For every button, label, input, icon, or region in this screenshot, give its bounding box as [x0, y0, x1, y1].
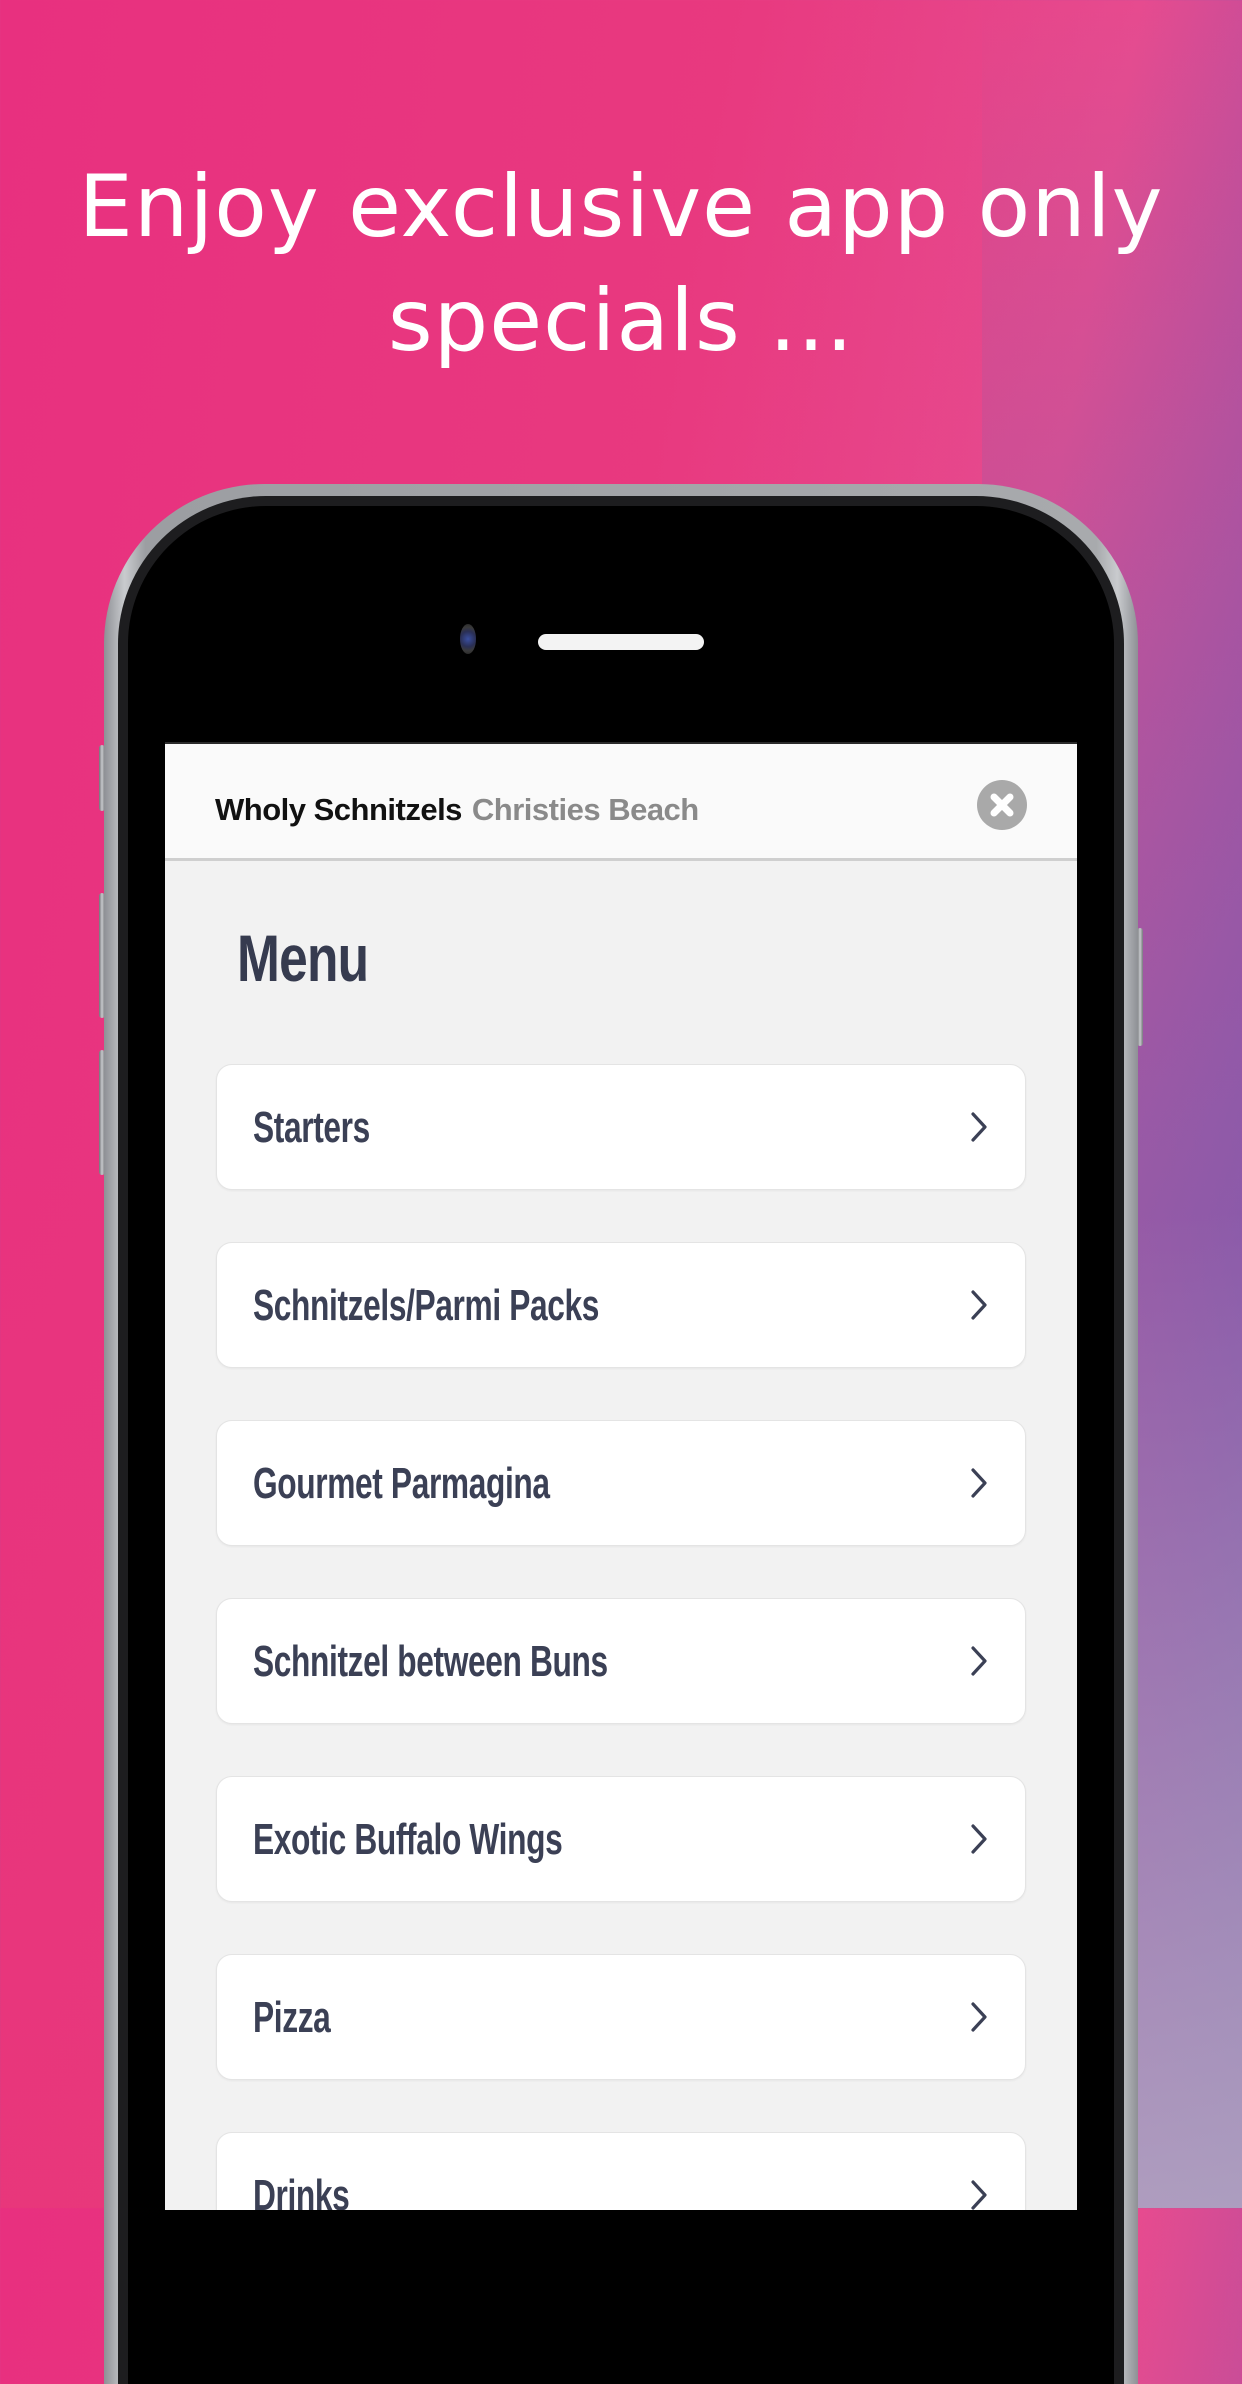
location-name: Christies Beach: [471, 792, 699, 827]
menu-category-label: Drinks: [253, 2171, 350, 2210]
menu-category-schnitzels-parmi-packs[interactable]: Schnitzels/Parmi Packs: [216, 1242, 1026, 1368]
front-camera-icon: [460, 624, 476, 654]
menu-category-label: Pizza: [253, 1993, 331, 2042]
promo-headline-line1: Enjoy exclusive app only: [78, 157, 1164, 257]
chevron-right-icon: [971, 1290, 987, 1320]
menu-category-schnitzel-between-buns[interactable]: Schnitzel between Buns: [216, 1598, 1026, 1724]
menu-category-starters[interactable]: Starters: [216, 1064, 1026, 1190]
chevron-right-icon: [971, 1112, 987, 1142]
menu-category-label: Gourmet Parmagina: [253, 1459, 550, 1508]
chevron-right-icon: [971, 1468, 987, 1498]
app-header: Wholy Schnitzels Christies Beach: [165, 744, 1077, 861]
close-circle-icon: [990, 793, 1014, 817]
menu-category-label: Starters: [253, 1103, 370, 1152]
chevron-right-icon: [971, 2002, 987, 2032]
menu-category-pizza[interactable]: Pizza: [216, 1954, 1026, 2080]
menu-category-label: Schnitzel between Buns: [253, 1637, 608, 1686]
promo-headline: Enjoy exclusive app only specials ...: [0, 150, 1242, 378]
menu-category-gourmet-parmagina[interactable]: Gourmet Parmagina: [216, 1420, 1026, 1546]
menu-category-label: Exotic Buffalo Wings: [253, 1815, 563, 1864]
chevron-right-icon: [971, 2180, 987, 2210]
close-button[interactable]: [977, 780, 1027, 830]
menu-title: Menu: [237, 921, 369, 995]
earpiece-speaker: [538, 634, 704, 650]
restaurant-name: Wholy Schnitzels: [215, 792, 462, 827]
menu-category-drinks[interactable]: Drinks: [216, 2132, 1026, 2210]
restaurant-title: Wholy Schnitzels Christies Beach: [215, 792, 699, 828]
chevron-right-icon: [971, 1646, 987, 1676]
menu-category-label: Schnitzels/Parmi Packs: [253, 1281, 600, 1330]
promo-headline-line2: specials ...: [387, 271, 855, 371]
menu-category-exotic-buffalo-wings[interactable]: Exotic Buffalo Wings: [216, 1776, 1026, 1902]
app-screen: Wholy Schnitzels Christies Beach Menu Sta…: [165, 742, 1077, 2210]
chevron-right-icon: [971, 1824, 987, 1854]
